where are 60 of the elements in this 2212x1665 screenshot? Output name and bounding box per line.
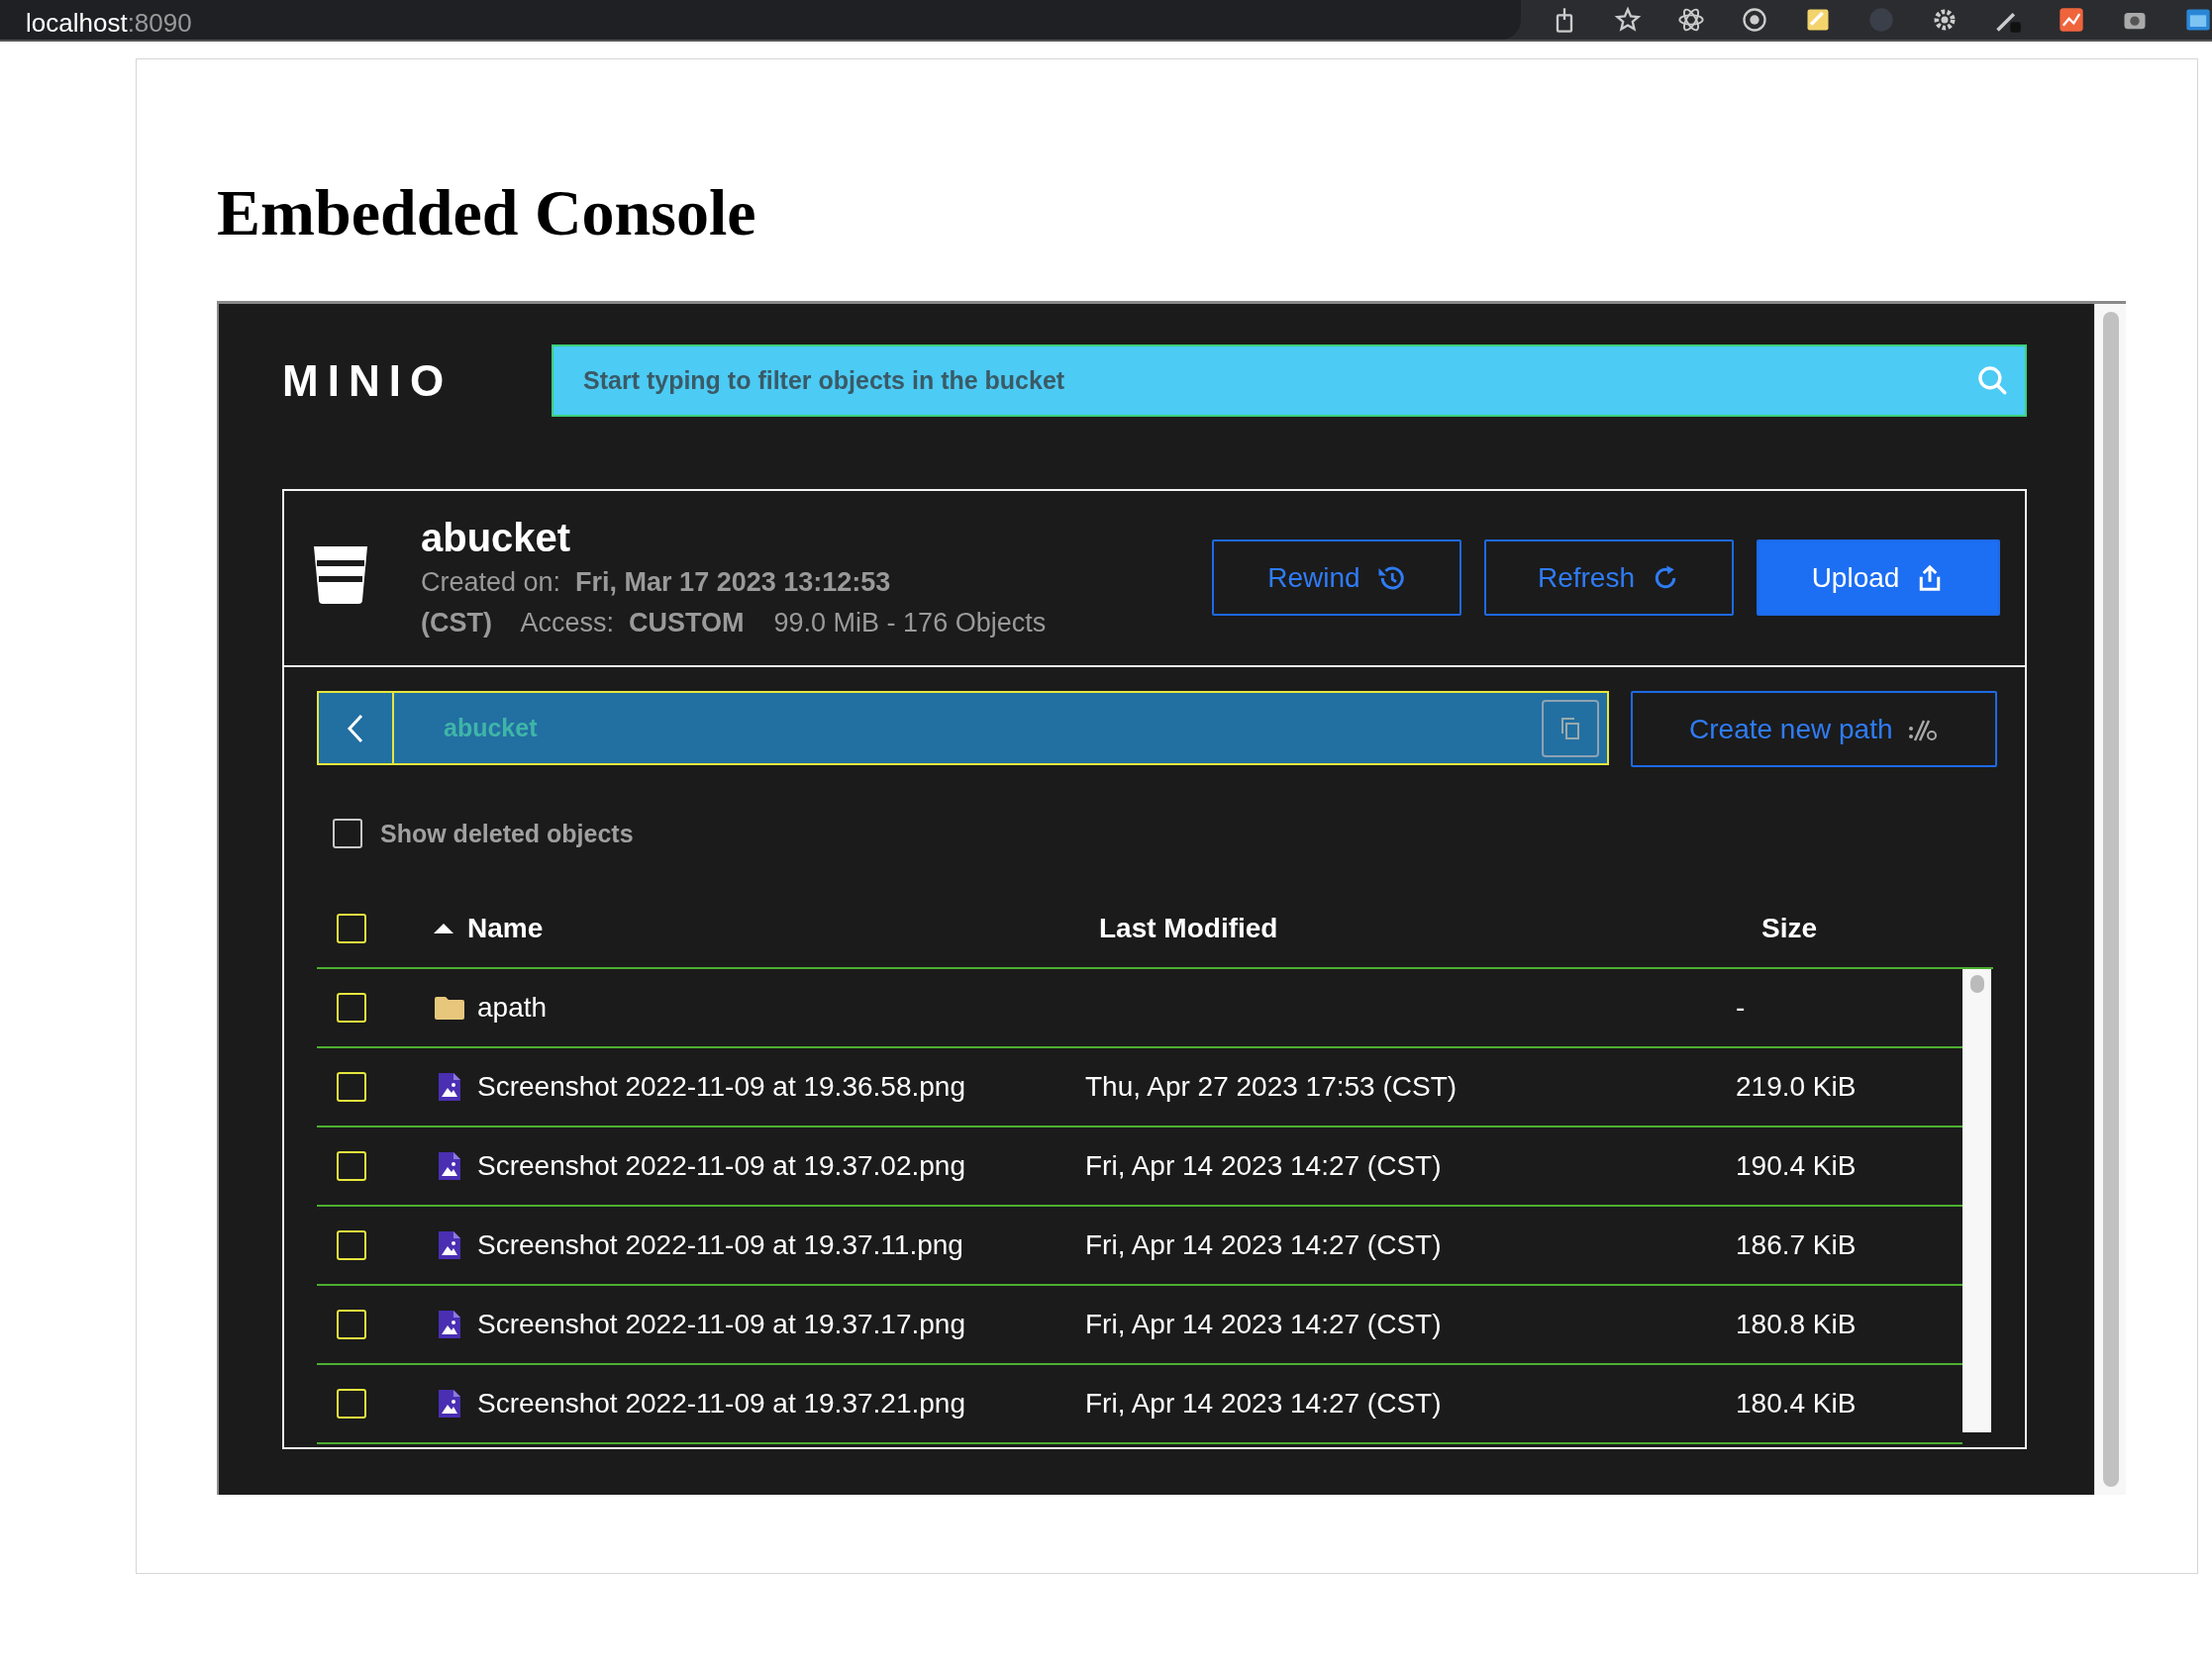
table-row[interactable]: Screenshot 2022-11-09 at 19.36.58.png Thu, Apr 27 2023 17:53 (CST) 219.0 KiB [317,1048,1962,1127]
row-checkbox[interactable] [337,1310,366,1339]
scrollbar[interactable] [1962,969,1991,1432]
image-file-icon [438,1310,461,1339]
table-row[interactable]: Screenshot 2022-11-09 at 19.37.17.png Fri, Apr 14 2023 14:27 (CST) 180.8 KiB [317,1286,1962,1365]
chevron-left-icon [346,712,365,744]
image-file-icon [438,1151,461,1181]
create-path-button[interactable]: Create new path [1630,691,1997,767]
refresh-button[interactable]: Refresh [1484,539,1734,616]
bucket-name: abucket [421,515,572,561]
image-file-icon [438,1230,461,1260]
select-all-checkbox[interactable] [337,914,366,943]
file-name: Screenshot 2022-11-09 at 19.37.02.png [477,1150,965,1182]
row-checkbox[interactable] [337,993,366,1023]
star-icon[interactable] [1614,6,1642,34]
chart-icon[interactable] [2058,6,2085,34]
row-checkbox[interactable] [337,1151,366,1181]
file-name: Screenshot 2022-11-09 at 19.36.58.png [477,1071,965,1103]
rewind-button[interactable]: Rewind [1212,539,1461,616]
scrollbar[interactable] [2094,304,2126,1495]
url-host: localhost [26,7,128,40]
file-name: Screenshot 2022-11-09 at 19.37.21.png [477,1388,965,1420]
page-heading: Embedded Console [217,176,757,249]
address-bar[interactable]: localhost:8090 [0,0,1521,40]
file-size: 219.0 KiB [1736,1071,1857,1103]
checkbox-label: Show deleted objects [380,819,634,848]
folder-icon [434,995,465,1021]
file-name: Screenshot 2022-11-09 at 19.37.17.png [477,1309,965,1340]
file-name: apath [477,992,548,1024]
table-row[interactable]: Screenshot 2022-11-09 at 19.37.11.png Fri, Apr 14 2023 14:27 (CST) 186.7 KiB [317,1207,1962,1286]
search-icon [1975,363,2009,397]
modified-date: Fri, Apr 14 2023 14:27 (CST) [1085,1388,1442,1420]
column-header[interactable]: Last Modified [1099,913,1278,944]
search-field[interactable]: Start typing to filter objects in the bucket [552,344,2027,417]
modified-date: Fri, Apr 14 2023 14:27 (CST) [1085,1150,1442,1182]
modified-date: Fri, Apr 14 2023 14:27 (CST) [1085,1309,1442,1340]
image-file-icon [438,1389,461,1419]
row-checkbox[interactable] [337,1230,366,1260]
file-size: 180.8 KiB [1736,1309,1857,1340]
modified-date: Thu, Apr 27 2023 17:53 (CST) [1085,1071,1458,1103]
logo: MINIO [282,355,454,406]
file-size: 180.4 KiB [1736,1388,1857,1420]
row-checkbox[interactable] [337,1389,366,1419]
target-icon[interactable] [1741,6,1768,34]
atom-icon[interactable] [1677,6,1705,34]
file-name: Screenshot 2022-11-09 at 19.37.11.png [477,1229,963,1261]
file-size: 186.7 KiB [1736,1229,1857,1261]
image-file-icon [438,1072,461,1102]
file-size: 190.4 KiB [1736,1150,1857,1182]
table-row[interactable]: apath - [317,969,1962,1048]
table-row[interactable]: Screenshot 2022-11-09 at 19.37.02.png Fri, Apr 14 2023 14:27 (CST) 190.4 KiB [317,1127,1962,1207]
file-size: - [1736,992,1746,1024]
column-header[interactable]: Size [1761,913,1818,944]
column-header[interactable]: Name [434,913,544,944]
checkbox[interactable] [333,819,362,848]
upload-button[interactable]: Upload [1757,539,2000,616]
url-port: :8090 [127,7,192,40]
row-checkbox[interactable] [337,1072,366,1102]
table-row[interactable]: Screenshot 2022-11-09 at 19.37.21.png Fri, Apr 14 2023 14:27 (CST) 180.4 KiB [317,1365,1962,1444]
modified-date: Fri, Apr 14 2023 14:27 (CST) [1085,1229,1442,1261]
